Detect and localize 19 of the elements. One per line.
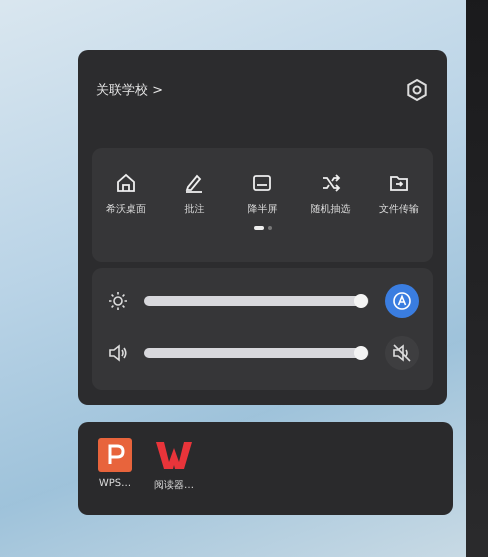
screen-icon[interactable] — [251, 172, 274, 194]
shortcut-label[interactable]: 文件传输 — [378, 202, 419, 216]
settings-icon[interactable] — [405, 78, 429, 102]
house-icon[interactable] — [115, 172, 138, 194]
shortcut-label[interactable]: 随机抽选 — [310, 202, 351, 216]
page-indicator[interactable] — [254, 226, 264, 230]
app-label[interactable]: 阅读器… — [154, 478, 194, 492]
speaker-icon — [108, 343, 128, 363]
letter-a-icon — [392, 291, 412, 311]
school-link[interactable]: 关联学校 > — [96, 81, 164, 99]
brightness-icon — [108, 291, 128, 311]
app-label[interactable]: WPS… — [98, 478, 132, 489]
shortcut-label[interactable]: 希沃桌面 — [106, 202, 146, 216]
shortcut-label[interactable]: 降半屏 — [247, 202, 278, 216]
mute-button[interactable] — [385, 336, 419, 370]
slides-app-icon[interactable] — [98, 438, 132, 472]
auto-brightness-button[interactable] — [385, 284, 419, 318]
shortcut-label[interactable]: 批注 — [184, 202, 204, 216]
mute-icon — [392, 343, 412, 363]
